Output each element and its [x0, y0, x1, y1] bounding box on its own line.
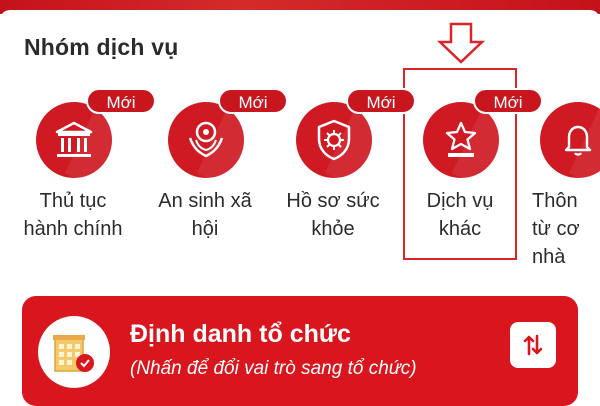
service-label: Thủ tục hành chính	[23, 190, 123, 240]
down-arrow-indicator-icon	[436, 22, 486, 64]
service-thu-tuc-hanh-chinh[interactable]: Mới Thủ tục hành chính	[8, 88, 156, 258]
organization-identity-banner[interactable]: Định danh tổ chức (Nhấn để đổi vai trò s…	[22, 296, 578, 406]
header-strip	[0, 0, 600, 20]
service-label: Thôn từ cơ nhà	[532, 190, 580, 268]
service-ho-so-suc-khoe[interactable]: Mới Hồ sơ sức khỏe	[268, 88, 416, 258]
bell-icon	[540, 102, 600, 178]
banner-subtitle: (Nhấn để đổi vai trò sang tổ chức)	[130, 358, 417, 379]
service-label: An sinh xã hội	[158, 190, 252, 240]
banner-title: Định danh tổ chức	[130, 320, 351, 348]
service-an-sinh-xa-hoi[interactable]: Mới An sinh xã hội	[140, 88, 288, 258]
organization-building-icon	[38, 316, 110, 388]
service-thong-tin-partial[interactable]: Thôn từ cơ nhà	[506, 88, 600, 268]
section-title: Nhóm dịch vụ	[24, 34, 179, 60]
swap-arrows-icon[interactable]	[510, 322, 556, 368]
service-label: Hồ sơ sức khỏe	[286, 190, 380, 240]
